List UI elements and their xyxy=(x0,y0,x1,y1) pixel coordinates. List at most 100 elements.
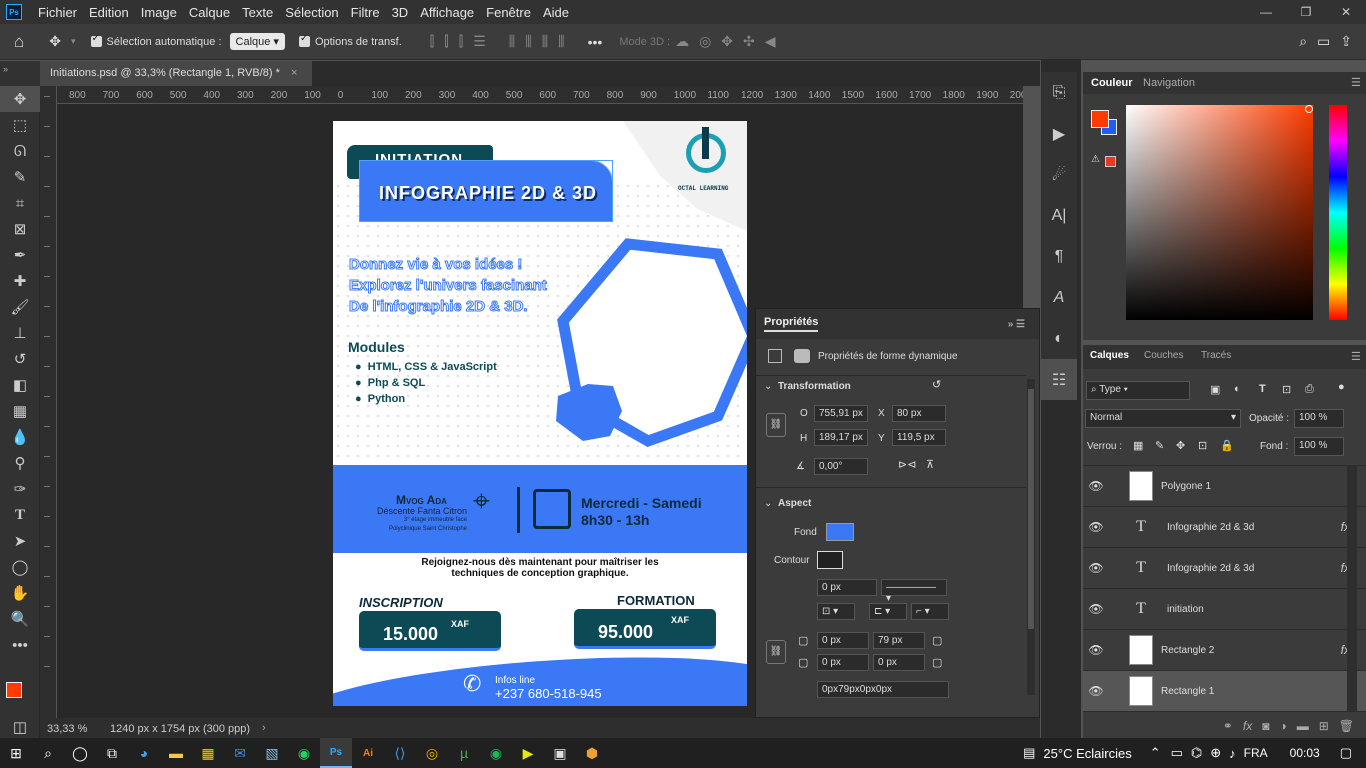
menu-filtre[interactable]: Filtre xyxy=(345,5,386,20)
tab-couleur[interactable]: Couleur xyxy=(1091,77,1133,89)
slide-3d-icon[interactable]: ✣ xyxy=(743,33,755,50)
actions-play-icon[interactable]: ▶ xyxy=(1041,113,1077,154)
angle-field[interactable]: 0,00° xyxy=(814,458,868,475)
clock[interactable]: 00:03 xyxy=(1290,746,1320,760)
media-player-icon[interactable]: ▶ xyxy=(512,738,544,768)
menu-fenetre[interactable]: Fenêtre xyxy=(480,5,537,20)
radius-top-right-field[interactable]: 79 px xyxy=(873,632,925,649)
collapse-icon[interactable]: ⌄ xyxy=(764,381,772,392)
filter-pixel-icon[interactable]: ▣ xyxy=(1210,383,1220,396)
language-globe-icon[interactable]: ⊕ xyxy=(1210,745,1221,761)
layers-scrollbar[interactable] xyxy=(1347,465,1357,711)
layer-name[interactable]: Infographie 2d & 3d xyxy=(1167,563,1254,574)
menu-selection[interactable]: Sélection xyxy=(279,5,344,20)
eyedropper-tool-icon[interactable]: ✒ xyxy=(0,242,40,268)
file-explorer-icon[interactable]: ▬ xyxy=(160,738,192,768)
crop-tool-icon[interactable]: ⌗ xyxy=(0,190,40,216)
photoshop-taskbar-icon[interactable]: Ps xyxy=(320,738,352,768)
mail-icon[interactable]: ✉ xyxy=(224,738,256,768)
width-field[interactable]: 755,91 px xyxy=(814,405,868,422)
language-indicator[interactable]: FRA xyxy=(1244,746,1268,760)
vscode-icon[interactable]: ⟨⟩ xyxy=(384,738,416,768)
photos-icon[interactable]: ▧ xyxy=(256,738,288,768)
delete-layer-icon[interactable]: 🗑 xyxy=(1339,719,1354,733)
hand-tool-icon[interactable]: ✋ xyxy=(0,580,40,606)
filter-toggle-icon[interactable]: ● xyxy=(1338,381,1345,393)
layer-name[interactable]: Rectangle 2 xyxy=(1161,645,1214,656)
history-brush-icon[interactable]: ↺ xyxy=(0,346,40,372)
link-dimensions-icon[interactable]: ⛓ xyxy=(766,413,786,437)
visibility-eye-icon[interactable]: 👁 xyxy=(1083,561,1109,575)
layer-row[interactable]: 👁 Rectangle 2 fx xyxy=(1083,630,1366,671)
lock-transparency-icon[interactable]: ▦ xyxy=(1133,439,1143,452)
mask-properties-icon[interactable] xyxy=(794,349,810,363)
poster-document[interactable]: OCTAL LEARNING INITIATION INFOGRAPHIE 2D… xyxy=(333,121,747,706)
restore-icon[interactable]: ❐ xyxy=(1286,5,1326,19)
ellipse-tool-icon[interactable]: ◯ xyxy=(0,554,40,580)
close-icon[interactable]: ✕ xyxy=(1326,5,1366,19)
layer-filter-dropdown[interactable]: ⌕ Type ▾ xyxy=(1086,381,1190,400)
blend-mode-dropdown[interactable]: Normal ▾ xyxy=(1085,409,1241,428)
menu-fichier[interactable]: Fichier xyxy=(32,5,83,20)
workspace-icon[interactable]: ▭ xyxy=(1317,33,1330,50)
link-layers-icon[interactable]: ⚭ xyxy=(1223,719,1233,733)
layer-row[interactable]: 👁 T Infographie 2d & 3d fx xyxy=(1083,507,1366,548)
align-bottom-icon[interactable]: ⫼ xyxy=(542,33,548,50)
menu-3d[interactable]: 3D xyxy=(386,5,415,20)
roll-3d-icon[interactable]: ◎ xyxy=(699,33,711,50)
layer-row[interactable]: 👁 Tinitiation xyxy=(1083,589,1366,630)
foreground-color-swatch[interactable] xyxy=(1091,110,1109,128)
lock-position-icon[interactable]: ✥ xyxy=(1176,439,1185,452)
stroke-width-field[interactable]: 0 px xyxy=(817,579,877,596)
utorrent-icon[interactable]: µ xyxy=(448,738,480,768)
app-icon[interactable]: ▣ xyxy=(544,738,576,768)
filter-type-icon[interactable]: T xyxy=(1259,383,1266,395)
pen-tool-icon[interactable]: ✑ xyxy=(0,476,40,502)
chrome-icon[interactable]: ◎ xyxy=(416,738,448,768)
stroke-align-dropdown[interactable]: ⊡ ▾ xyxy=(817,603,855,620)
radius-top-left-field[interactable]: 0 px xyxy=(817,632,869,649)
opacity-field[interactable]: 100 % xyxy=(1294,409,1344,428)
layer-row[interactable]: 👁 T Infographie 2d & 3d fx xyxy=(1083,548,1366,589)
collapse-icon[interactable]: ⌄ xyxy=(764,498,772,509)
menu-affichage[interactable]: Affichage xyxy=(414,5,480,20)
task-view-icon[interactable]: ⧉ xyxy=(96,738,128,768)
lock-all-icon[interactable]: 🔒 xyxy=(1220,439,1234,452)
stroke-cap-dropdown[interactable]: ⊏ ▾ xyxy=(869,603,907,620)
dodge-tool-icon[interactable]: ⚲ xyxy=(0,450,40,476)
stamp-tool-icon[interactable]: ⊥ xyxy=(0,320,40,346)
toolbar-collapse-icon[interactable]: » xyxy=(0,61,40,86)
y-field[interactable]: 119,5 px xyxy=(892,429,946,446)
visibility-eye-icon[interactable]: 👁 xyxy=(1083,479,1109,493)
visibility-eye-icon[interactable]: 👁 xyxy=(1083,520,1109,534)
selection-bounding-box[interactable] xyxy=(359,160,613,222)
illustrator-icon[interactable]: Ai xyxy=(352,738,384,768)
lock-pixels-icon[interactable]: ✎ xyxy=(1155,439,1164,452)
search-icon[interactable]: ⌕ xyxy=(1299,33,1307,50)
glyphs-panel-icon[interactable]: A xyxy=(1041,277,1077,318)
layer-row[interactable]: 👁 Polygone 1 xyxy=(1083,466,1366,507)
align-right-icon[interactable]: ⫿ xyxy=(459,33,463,50)
zoom-level[interactable]: 33,33 % xyxy=(47,723,87,735)
weather-icon[interactable]: ▤ xyxy=(1023,745,1035,761)
brush-tool-icon[interactable]: 🖌 xyxy=(0,294,40,320)
stroke-corner-dropdown[interactable]: ⌐ ▾ xyxy=(911,603,949,620)
blur-tool-icon[interactable]: 💧 xyxy=(0,424,40,450)
properties-scrollbar[interactable] xyxy=(1027,379,1035,695)
layer-style-icon[interactable]: fx xyxy=(1243,719,1252,733)
stroke-style-dropdown[interactable]: ――――― ▾ xyxy=(881,579,947,604)
tablet-icon[interactable]: ▭ xyxy=(1171,745,1183,761)
scrollbar-thumb[interactable] xyxy=(1028,389,1034,629)
visibility-eye-icon[interactable]: 👁 xyxy=(1083,643,1109,657)
x-field[interactable]: 80 px xyxy=(892,405,946,422)
scale-3d-icon[interactable]: ◀ xyxy=(765,33,776,50)
document-tab[interactable]: Initiations.psd @ 33,3% (Rectangle 1, RV… xyxy=(40,61,312,86)
transform-controls-checkbox[interactable]: Options de transf. xyxy=(298,33,402,48)
distribute-vertical-icon[interactable]: ⫼ xyxy=(558,33,564,50)
align-left-icon[interactable]: ⫿ xyxy=(430,33,434,50)
menu-aide[interactable]: Aide xyxy=(537,5,575,20)
layer-name[interactable]: initiation xyxy=(1167,604,1204,615)
auto-select-dropdown[interactable]: Calque ▾ xyxy=(229,33,285,50)
cortana-icon[interactable]: ◯ xyxy=(64,738,96,768)
layer-name[interactable]: Rectangle 1 xyxy=(1161,686,1214,697)
